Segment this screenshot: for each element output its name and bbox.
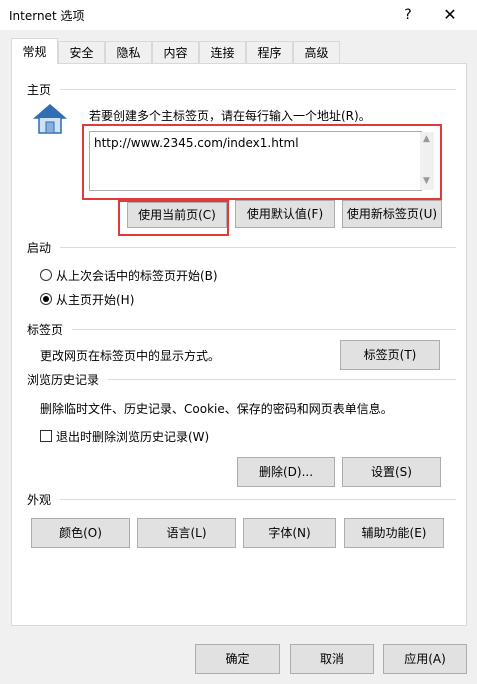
delete-on-exit-checkbox[interactable] xyxy=(40,430,52,442)
delete-history-button[interactable]: 删除(D)... xyxy=(237,457,335,487)
home-instruction: 若要创建多个主标签页，请在每行输入一个地址(R)。 xyxy=(89,109,371,123)
scroll-up-icon[interactable]: ▲ xyxy=(423,134,430,144)
ok-button[interactable]: 确定 xyxy=(195,644,280,674)
tabs-description: 更改网页在标签页中的显示方式。 xyxy=(40,349,221,363)
colors-button[interactable]: 颜色(O) xyxy=(31,518,130,548)
tabs-settings-button[interactable]: 标签页(T) xyxy=(340,340,440,370)
languages-button[interactable]: 语言(L) xyxy=(137,518,236,548)
tab-programs[interactable]: 程序 xyxy=(246,41,293,63)
tabs-separator xyxy=(72,329,456,330)
tab-general[interactable]: 常规 xyxy=(11,38,58,64)
use-default-button[interactable]: 使用默认值(F) xyxy=(235,200,335,228)
startup-home-label[interactable]: 从主页开始(H) xyxy=(56,291,134,308)
startup-last-session-radio[interactable] xyxy=(40,269,52,281)
startup-home-radio[interactable] xyxy=(40,293,52,305)
apply-button[interactable]: 应用(A) xyxy=(383,644,467,674)
appearance-separator xyxy=(60,499,456,500)
tab-connections[interactable]: 连接 xyxy=(199,41,246,63)
url-scrollbar[interactable]: ▲ ▼ xyxy=(420,132,434,190)
history-description: 删除临时文件、历史记录、Cookie、保存的密码和网页表单信息。 xyxy=(40,402,393,416)
startup-separator xyxy=(60,247,456,248)
home-url-input[interactable]: http://www.2345.com/index1.html xyxy=(89,131,422,191)
fonts-button[interactable]: 字体(N) xyxy=(243,518,336,548)
accessibility-button[interactable]: 辅助功能(E) xyxy=(344,518,444,548)
delete-on-exit-label[interactable]: 退出时删除浏览历史记录(W) xyxy=(56,428,209,445)
use-new-tab-button[interactable]: 使用新标签页(U) xyxy=(342,200,442,228)
startup-section-title: 启动 xyxy=(27,241,52,255)
close-button[interactable]: ✕ xyxy=(436,4,464,26)
tab-advanced[interactable]: 高级 xyxy=(293,41,340,63)
home-section-title: 主页 xyxy=(27,83,52,97)
history-section-title: 浏览历史记录 xyxy=(27,373,100,387)
history-separator xyxy=(108,379,456,380)
tab-security[interactable]: 安全 xyxy=(58,41,105,63)
home-separator xyxy=(60,89,456,90)
tab-privacy[interactable]: 隐私 xyxy=(105,41,152,63)
tabs-section-title: 标签页 xyxy=(27,323,64,337)
cancel-button[interactable]: 取消 xyxy=(290,644,374,674)
history-settings-button[interactable]: 设置(S) xyxy=(342,457,441,487)
tab-content[interactable]: 内容 xyxy=(152,41,199,63)
help-button[interactable]: ? xyxy=(398,4,418,26)
scroll-down-icon[interactable]: ▼ xyxy=(423,176,430,186)
use-current-page-button[interactable]: 使用当前页(C) xyxy=(127,202,227,228)
window-title: Internet 选项 xyxy=(9,9,85,23)
appearance-section-title: 外观 xyxy=(27,493,52,507)
home-house-icon xyxy=(32,103,68,135)
startup-last-session-label[interactable]: 从上次会话中的标签页开始(B) xyxy=(56,267,218,284)
